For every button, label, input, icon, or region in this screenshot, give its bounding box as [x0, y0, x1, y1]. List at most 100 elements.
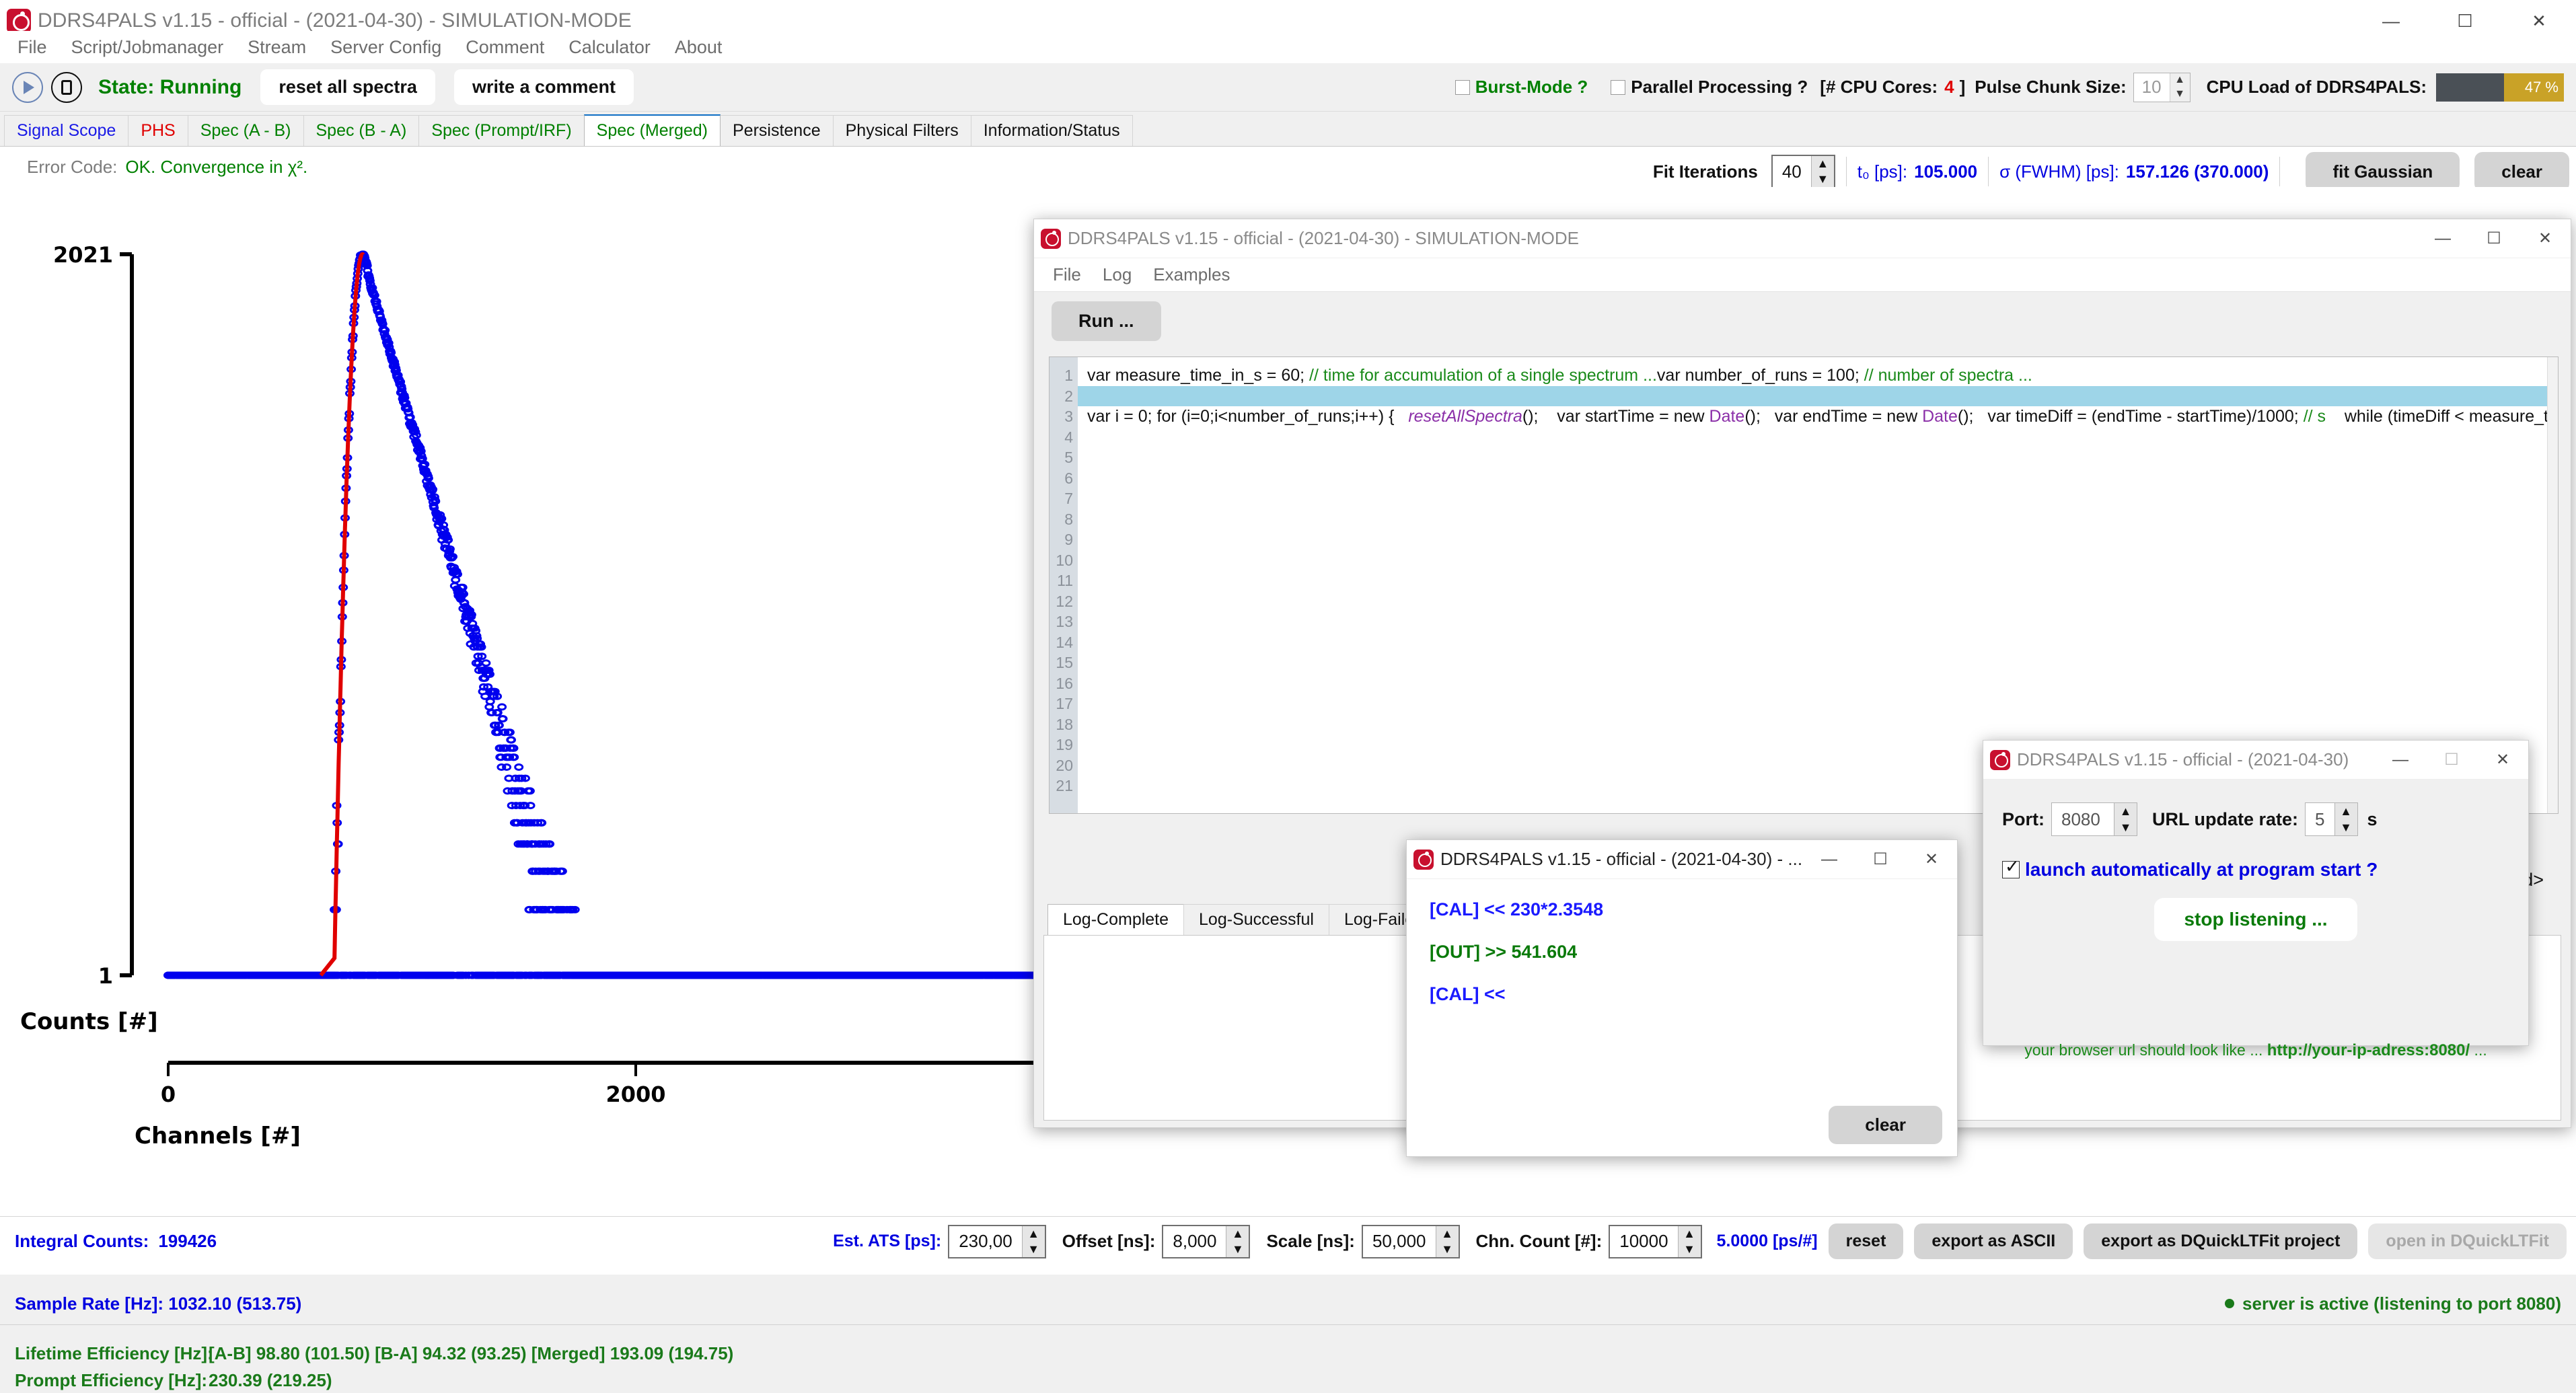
spinner-down-icon[interactable]: ▼: [1678, 1241, 1701, 1257]
clear-fit-button[interactable]: clear: [2474, 151, 2569, 192]
calculator-output[interactable]: [CAL] << 230*2.3548 [OUT] >> 541.604 [CA…: [1407, 879, 1957, 1005]
offset-arrows[interactable]: ▲ ▼: [1226, 1226, 1249, 1257]
x-tick-0: 0: [161, 1082, 176, 1107]
url-update-rate-arrows[interactable]: ▲ ▼: [2334, 803, 2357, 835]
fit-gaussian-button[interactable]: fit Gaussian: [2306, 151, 2460, 192]
pulse-chunk-size-value[interactable]: 10: [2134, 73, 2170, 102]
tab-physical-filters[interactable]: Physical Filters: [832, 115, 971, 146]
divider: [0, 1324, 2576, 1325]
calculator-window[interactable]: DDRS4PALS v1.15 - official - (2021-04-30…: [1406, 839, 1958, 1157]
log-tab-successful[interactable]: Log-Successful: [1183, 904, 1329, 935]
script-menu-examples[interactable]: Examples: [1142, 263, 1241, 287]
reset-button[interactable]: reset: [1828, 1223, 1904, 1259]
url-update-rate-value[interactable]: 5: [2306, 803, 2334, 835]
tab-signal-scope[interactable]: Signal Scope: [4, 115, 129, 146]
export-as-ascii-button[interactable]: export as ASCII: [1914, 1223, 2073, 1259]
server-config-window[interactable]: DDRS4PALS v1.15 - official - (2021-04-30…: [1983, 740, 2529, 1059]
tab-spec-merged[interactable]: Spec (Merged): [583, 114, 721, 146]
chn-count-stepper[interactable]: 10000 ▲ ▼: [1609, 1224, 1702, 1258]
stop-listening-button[interactable]: stop listening ...: [2154, 898, 2357, 941]
burst-mode-checkbox[interactable]: [1455, 79, 1470, 95]
tab-information-status[interactable]: Information/Status: [970, 115, 1133, 146]
minimize-icon[interactable]: —: [2417, 219, 2468, 258]
spinner-down-icon[interactable]: ▼: [2170, 87, 2190, 102]
close-icon[interactable]: ✕: [2477, 741, 2528, 780]
close-icon[interactable]: ✕: [1906, 840, 1957, 879]
est-ats-stepper[interactable]: 230,00 ▲ ▼: [948, 1224, 1046, 1258]
scale-arrows[interactable]: ▲ ▼: [1435, 1226, 1459, 1257]
fit-iterations-value[interactable]: 40: [1773, 156, 1811, 187]
tab-spec-b-a[interactable]: Spec (B - A): [303, 115, 420, 146]
spinner-up-icon[interactable]: ▲: [2334, 803, 2357, 819]
y-tick-min: 1: [98, 963, 113, 989]
lifetime-efficiency-label: Lifetime Efficiency [Hz]:: [15, 1343, 213, 1363]
script-menu-file[interactable]: File: [1042, 263, 1092, 287]
script-editor-scrollbar[interactable]: [2547, 357, 2558, 813]
stop-icon[interactable]: [51, 71, 82, 103]
spinner-up-icon[interactable]: ▲: [1226, 1226, 1249, 1242]
scale-stepper[interactable]: 50,000 ▲ ▼: [1361, 1224, 1460, 1258]
cpu-cores-prefix: [# CPU Cores:: [1820, 77, 1938, 97]
spinner-up-icon[interactable]: ▲: [2114, 803, 2137, 819]
minimize-icon[interactable]: —: [1804, 840, 1855, 879]
chn-count-value[interactable]: 10000: [1610, 1226, 1677, 1257]
chn-count-arrows[interactable]: ▲ ▼: [1677, 1226, 1701, 1257]
server-port-stepper[interactable]: 8080 ▲ ▼: [2051, 802, 2137, 836]
script-menu-log[interactable]: Log: [1092, 263, 1142, 287]
calculator-clear-button[interactable]: clear: [1829, 1106, 1942, 1144]
fit-iterations-stepper[interactable]: 40 ▲ ▼: [1771, 155, 1835, 188]
write-a-comment-button[interactable]: write a comment: [453, 69, 634, 105]
spinner-up-icon[interactable]: ▲: [2170, 73, 2190, 87]
spinner-down-icon[interactable]: ▼: [1811, 172, 1834, 187]
lifetime-efficiency-value: [A-B] 98.80 (101.50) [B-A] 94.32 (93.25)…: [209, 1343, 734, 1363]
export-as-dquickltfit-project-button[interactable]: export as DQuickLTFit project: [2084, 1223, 2358, 1259]
menu-item-server-config[interactable]: Server Config: [318, 34, 453, 61]
app-logo-icon: [7, 9, 31, 33]
server-port-value[interactable]: 8080: [2052, 803, 2114, 835]
server-port-arrows[interactable]: ▲ ▼: [2114, 803, 2137, 835]
spinner-down-icon[interactable]: ▼: [1436, 1241, 1459, 1257]
url-update-rate-stepper[interactable]: 5 ▲ ▼: [2305, 802, 2358, 836]
open-in-dquickltfit-button[interactable]: open in DQuickLTFit: [2368, 1223, 2567, 1259]
menu-item-stream[interactable]: Stream: [235, 34, 318, 61]
spinner-down-icon[interactable]: ▼: [1226, 1241, 1249, 1257]
spinner-down-icon[interactable]: ▼: [2334, 819, 2357, 835]
run-script-button[interactable]: Run ...: [1052, 301, 1161, 341]
calculator-titlebar: DDRS4PALS v1.15 - official - (2021-04-30…: [1407, 840, 1957, 879]
tab-spec-a-b[interactable]: Spec (A - B): [187, 115, 304, 146]
offset-value[interactable]: 8,000: [1163, 1226, 1226, 1257]
spinner-up-icon[interactable]: ▲: [1436, 1226, 1459, 1242]
scale-value[interactable]: 50,000: [1363, 1226, 1436, 1257]
spinner-up-icon[interactable]: ▲: [1678, 1226, 1701, 1242]
pulse-chunk-size-stepper[interactable]: 10 ▲ ▼: [2133, 72, 2191, 102]
offset-stepper[interactable]: 8,000 ▲ ▼: [1162, 1224, 1251, 1258]
spinner-up-icon[interactable]: ▲: [1811, 156, 1834, 172]
tab-persistence[interactable]: Persistence: [720, 115, 834, 146]
spinner-up-icon[interactable]: ▲: [1022, 1226, 1045, 1242]
menu-item-comment[interactable]: Comment: [453, 34, 556, 61]
est-ats-value[interactable]: 230,00: [949, 1226, 1022, 1257]
tab-phs[interactable]: PHS: [128, 115, 188, 146]
close-icon[interactable]: ✕: [2519, 219, 2571, 258]
menu-item-about[interactable]: About: [663, 34, 735, 61]
error-code-value: OK. Convergence in χ².: [125, 156, 308, 177]
log-tab-complete[interactable]: Log-Complete: [1047, 904, 1185, 935]
spinner-down-icon[interactable]: ▼: [1022, 1241, 1045, 1257]
calculator-line-prompt[interactable]: [CAL] <<: [1430, 984, 1957, 1005]
spinner-down-icon[interactable]: ▼: [2114, 819, 2137, 835]
parallel-processing-checkbox[interactable]: [1611, 79, 1626, 95]
reset-all-spectra-button[interactable]: reset all spectra: [260, 69, 435, 105]
play-icon[interactable]: [12, 71, 43, 103]
menu-item-script-jobmanager[interactable]: Script/Jobmanager: [59, 34, 236, 61]
maximize-icon[interactable]: ☐: [2468, 219, 2519, 258]
est-ats-arrows[interactable]: ▲ ▼: [1021, 1226, 1045, 1257]
fit-iterations-arrows[interactable]: ▲ ▼: [1810, 156, 1834, 187]
menu-item-file[interactable]: File: [5, 34, 59, 61]
autolaunch-checkbox[interactable]: [2002, 856, 2020, 878]
menu-item-calculator[interactable]: Calculator: [556, 34, 663, 61]
prompt-efficiency-value: 230.39 (219.25): [209, 1370, 332, 1390]
tab-spec-prompt-irf[interactable]: Spec (Prompt/IRF): [418, 115, 585, 146]
minimize-icon[interactable]: —: [2375, 741, 2426, 780]
maximize-icon[interactable]: ☐: [1855, 840, 1906, 879]
pulse-chunk-size-arrows[interactable]: ▲ ▼: [2169, 73, 2190, 102]
